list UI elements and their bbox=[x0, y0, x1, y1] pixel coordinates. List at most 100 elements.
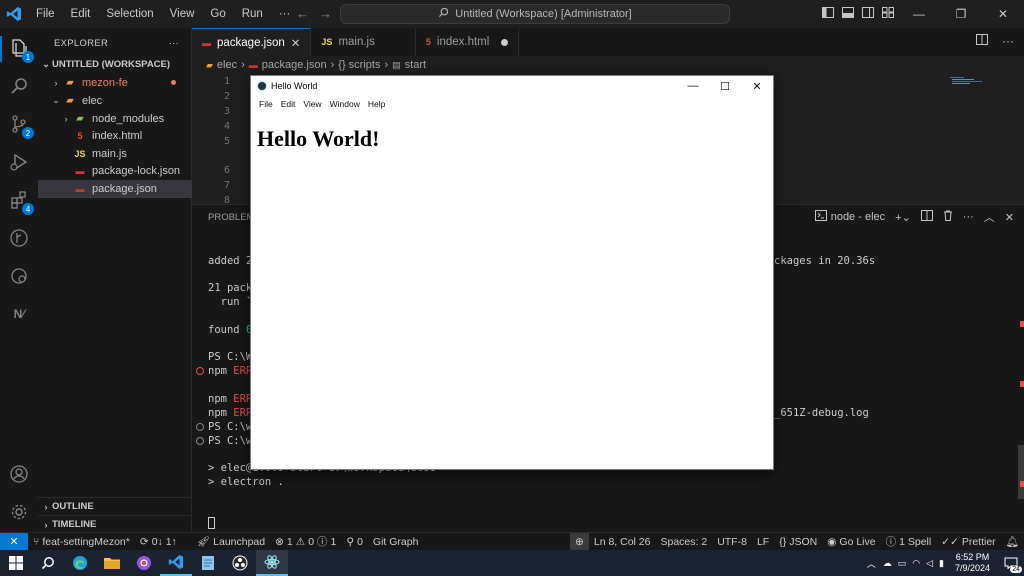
breadcrumb-item[interactable]: {} scripts bbox=[338, 59, 380, 71]
breadcrumb-item[interactable]: start bbox=[405, 59, 426, 71]
command-center[interactable]: Untitled (Workspace) [Administrator] bbox=[340, 4, 730, 24]
indentation-status[interactable]: Spaces: 2 bbox=[655, 536, 712, 548]
tab-index-html[interactable]: 5 index.html bbox=[416, 28, 520, 56]
go-live-status[interactable]: ◉ Go Live bbox=[822, 536, 880, 548]
tree-item-mezon-fe[interactable]: › ▰ mezon-fe bbox=[38, 74, 192, 92]
back-arrow-icon[interactable]: ← bbox=[296, 6, 309, 21]
restore-button[interactable]: ❐ bbox=[940, 0, 982, 28]
chrome-profile-icon[interactable] bbox=[128, 550, 160, 576]
menu-file[interactable]: File bbox=[28, 0, 63, 28]
menu-more[interactable]: ··· bbox=[271, 0, 299, 28]
menu-view[interactable]: View bbox=[162, 0, 203, 28]
more-actions-icon[interactable]: ··· bbox=[963, 211, 974, 223]
split-terminal-icon[interactable] bbox=[920, 210, 933, 224]
close-tab-icon[interactable]: ✕ bbox=[291, 36, 301, 50]
breadcrumb-item[interactable]: package.json bbox=[262, 59, 327, 71]
toggle-panel-icon[interactable] bbox=[838, 7, 858, 21]
volume-icon[interactable]: ◁ bbox=[923, 558, 936, 569]
encoding-status[interactable]: UTF-8 bbox=[712, 536, 752, 548]
close-panel-icon[interactable]: ✕ bbox=[1005, 211, 1014, 224]
eol-status[interactable]: LF bbox=[752, 536, 774, 548]
tree-item-index-html[interactable]: 5 index.html bbox=[38, 127, 192, 145]
command-marker-icon[interactable] bbox=[196, 423, 204, 431]
toggle-sidebar-icon[interactable] bbox=[818, 7, 838, 21]
menu-run[interactable]: Run bbox=[234, 0, 271, 28]
settings-gear-icon[interactable] bbox=[7, 500, 31, 524]
git-graph-icon[interactable] bbox=[7, 226, 31, 250]
outline-section[interactable]: › OUTLINE bbox=[38, 497, 192, 515]
workspace-root[interactable]: ⌄ UNTITLED (WORKSPACE) bbox=[38, 56, 192, 74]
trash-icon[interactable] bbox=[943, 210, 953, 224]
remote-explorer-icon[interactable] bbox=[7, 264, 31, 288]
git-graph-status[interactable]: Git Graph bbox=[368, 536, 424, 548]
tab-main-js[interactable]: JS main.js bbox=[311, 28, 416, 56]
problems-status[interactable]: ⊗ 1 ⚠ 0 ⓘ 1 bbox=[270, 534, 341, 549]
electron-minimize-button[interactable]: — bbox=[677, 76, 709, 96]
breadcrumb-item[interactable]: elec bbox=[217, 59, 237, 71]
prettier-status[interactable]: ✓✓ Prettier bbox=[936, 536, 1000, 548]
cloud-icon[interactable]: ☁ bbox=[880, 558, 895, 569]
more-actions-icon[interactable]: ··· bbox=[1002, 34, 1014, 48]
tree-item-node-modules[interactable]: › ▰ node_modules bbox=[38, 110, 192, 128]
explorer-icon[interactable]: 1 bbox=[7, 36, 34, 63]
timeline-section[interactable]: › TIMELINE bbox=[38, 515, 192, 533]
electron-menu-help[interactable]: Help bbox=[364, 99, 389, 109]
customize-layout-icon[interactable] bbox=[878, 7, 898, 21]
sidebar-more-button[interactable]: ··· bbox=[169, 38, 179, 49]
error-marker-icon[interactable] bbox=[196, 367, 204, 375]
extensions-icon[interactable]: 4 bbox=[7, 188, 34, 215]
cursor-position[interactable]: Ln 8, Col 26 bbox=[589, 536, 656, 548]
electron-title-bar[interactable]: Hello World — ☐ ✕ bbox=[251, 76, 773, 96]
electron-menu-edit[interactable]: Edit bbox=[277, 99, 300, 109]
minimap[interactable] bbox=[950, 76, 1010, 86]
tree-item-main-js[interactable]: JS main.js bbox=[38, 145, 192, 163]
windows-start-icon[interactable] bbox=[0, 550, 32, 576]
command-marker-icon[interactable] bbox=[196, 437, 204, 445]
file-explorer-icon[interactable] bbox=[96, 550, 128, 576]
spell-status[interactable]: ⓘ 1 Spell bbox=[881, 534, 937, 549]
taskbar-search-icon[interactable] bbox=[32, 550, 64, 576]
chevron-up-icon[interactable]: ︿ bbox=[984, 209, 995, 225]
menu-go[interactable]: Go bbox=[202, 0, 233, 28]
edge-browser-icon[interactable] bbox=[64, 550, 96, 576]
display-icon[interactable]: ▭ bbox=[895, 558, 910, 569]
tree-item-elec[interactable]: ⌄ ▰ elec bbox=[38, 92, 192, 110]
close-button[interactable]: ✕ bbox=[982, 0, 1024, 28]
terminal-selector[interactable]: node - elec bbox=[814, 210, 885, 224]
source-control-icon[interactable]: 2 bbox=[7, 112, 34, 139]
zoom-status[interactable]: ⊕ bbox=[570, 532, 589, 551]
menu-edit[interactable]: Edit bbox=[63, 0, 99, 28]
split-editor-icon[interactable] bbox=[976, 34, 988, 48]
branch-status[interactable]: ⑂ feat-settingMezon* bbox=[28, 536, 135, 548]
notepad-icon[interactable] bbox=[192, 550, 224, 576]
new-terminal-icon[interactable]: +⌄ bbox=[895, 211, 911, 224]
tree-item-package-lock-json[interactable]: ▬ package-lock.json bbox=[38, 162, 192, 180]
search-icon[interactable] bbox=[7, 74, 31, 98]
battery-icon[interactable]: ▮ bbox=[936, 558, 947, 569]
obs-icon[interactable] bbox=[224, 550, 256, 576]
scrollbar-thumb[interactable] bbox=[1018, 445, 1024, 499]
electron-menu-view[interactable]: View bbox=[299, 99, 325, 109]
electron-maximize-button[interactable]: ☐ bbox=[709, 76, 741, 96]
wifi-icon[interactable]: ◠ bbox=[909, 558, 923, 569]
electron-close-button[interactable]: ✕ bbox=[741, 76, 773, 96]
language-status[interactable]: {} JSON bbox=[774, 536, 822, 548]
electron-menu-file[interactable]: File bbox=[255, 99, 277, 109]
electron-menu-window[interactable]: Window bbox=[326, 99, 364, 109]
menu-selection[interactable]: Selection bbox=[98, 0, 161, 28]
nx-console-icon[interactable]: N⁄ bbox=[7, 302, 31, 326]
run-debug-icon[interactable] bbox=[7, 150, 31, 174]
clock[interactable]: 6:52 PM 7/9/2024 bbox=[955, 552, 990, 574]
notifications-bell-icon[interactable]: 🔔︎ bbox=[1001, 535, 1024, 548]
toggle-secondary-sidebar-icon[interactable] bbox=[858, 7, 878, 21]
forward-arrow-icon[interactable]: → bbox=[319, 6, 332, 21]
tab-package-json[interactable]: ▬ package.json ✕ bbox=[192, 28, 312, 56]
ports-status[interactable]: ⚲ 0 bbox=[341, 536, 368, 548]
notification-center-icon[interactable]: 24 bbox=[998, 550, 1024, 576]
electron-app-icon[interactable] bbox=[256, 550, 288, 576]
tree-item-package-json[interactable]: ▬ package.json bbox=[38, 180, 192, 198]
minimize-button[interactable]: — bbox=[898, 0, 940, 28]
sync-status[interactable]: ⟳ 0↓ 1↑ bbox=[135, 536, 182, 548]
account-icon[interactable] bbox=[7, 462, 31, 486]
chevron-up-icon[interactable]: ︿ bbox=[863, 557, 880, 570]
